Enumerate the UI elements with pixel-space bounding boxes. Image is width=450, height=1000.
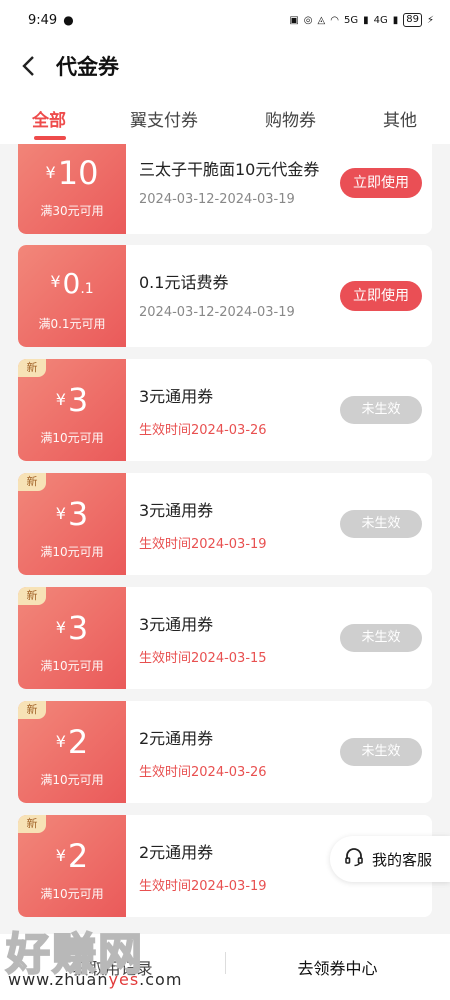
status-bar: 9:49 ● ▣ ◎ ◬ ◠ 5G ▮ 4G ▮ 89 ⚡ bbox=[0, 0, 450, 40]
coupon-effective-date: 生效时间2024-03-26 bbox=[139, 765, 267, 780]
coupon-name: 3元通用券 bbox=[139, 615, 214, 634]
new-badge: 新 bbox=[18, 587, 46, 605]
coupon-name: 2元通用券 bbox=[139, 843, 214, 862]
active-tab-indicator bbox=[34, 136, 66, 140]
mute-icon: ◬ bbox=[317, 14, 326, 26]
coupon-condition: 满10元可用 bbox=[40, 545, 104, 559]
tab-bar: 全部 翼支付券 购物券 其他 bbox=[0, 92, 450, 144]
coupon-amount: ¥3 bbox=[55, 495, 89, 533]
nfc-icon: ▣ bbox=[289, 14, 299, 26]
coupon-condition: 满10元可用 bbox=[40, 773, 104, 787]
coupon-card: ¥0.1 满0.1元可用 0.1元话费券 2024-03-12-2024-03-… bbox=[18, 245, 432, 347]
coupon-date: 2024-03-12-2024-03-19 bbox=[139, 192, 295, 207]
coupon-amount: ¥0.1 bbox=[50, 267, 94, 300]
coupon-condition: 满10元可用 bbox=[40, 431, 104, 445]
tab-bestpay-coupons[interactable]: 翼支付券 bbox=[130, 106, 198, 131]
bottom-divider bbox=[225, 952, 226, 974]
battery-level: 89 bbox=[403, 13, 422, 27]
coupon-list[interactable]: ¥10 满30元可用 三太子干脆面10元代金券 2024-03-12-2024-… bbox=[0, 144, 450, 934]
coupon-name: 2元通用券 bbox=[139, 729, 214, 748]
wifi-icon: ◠ bbox=[330, 14, 339, 26]
not-effective-button: 未生效 bbox=[340, 396, 422, 424]
coupon-card: 新 ¥2 满10元可用 2元通用券 生效时间2024-03-26 未生效 bbox=[18, 701, 432, 803]
new-badge: 新 bbox=[18, 473, 46, 491]
coupon-name: 3元通用券 bbox=[139, 387, 214, 406]
coupon-condition: 满0.1元可用 bbox=[38, 317, 106, 331]
tab-other[interactable]: 其他 bbox=[383, 106, 417, 131]
coupon-stub: 新 ¥3 满10元可用 bbox=[18, 473, 130, 575]
coupon-date: 2024-03-12-2024-03-19 bbox=[139, 305, 295, 320]
coupon-stub: 新 ¥3 满10元可用 bbox=[18, 359, 130, 461]
coupon-stub: ¥10 满30元可用 bbox=[18, 144, 130, 234]
not-effective-button: 未生效 bbox=[340, 624, 422, 652]
signal-bars-icon: ▮ bbox=[363, 14, 369, 26]
new-badge: 新 bbox=[18, 815, 46, 833]
charging-icon: ⚡ bbox=[426, 14, 434, 26]
coupon-condition: 满30元可用 bbox=[40, 204, 104, 218]
coupon-amount: ¥3 bbox=[55, 609, 89, 647]
site-watermark: 好赚网 www.zhuanyes.com bbox=[5, 918, 206, 994]
tab-shopping-coupons[interactable]: 购物券 bbox=[265, 106, 316, 131]
coupon-card: 新 ¥3 满10元可用 3元通用券 生效时间2024-03-19 未生效 bbox=[18, 473, 432, 575]
watermark-url: www.zhuanyes.com bbox=[8, 970, 183, 989]
coupon-effective-date: 生效时间2024-03-19 bbox=[139, 537, 267, 552]
customer-service-label: 我的客服 bbox=[372, 850, 433, 869]
header-bar: 代金券 bbox=[0, 40, 450, 92]
coupon-amount: ¥3 bbox=[55, 381, 89, 419]
wechat-icon: ● bbox=[63, 13, 74, 27]
page-title: 代金券 bbox=[56, 55, 119, 79]
not-effective-button: 未生效 bbox=[340, 738, 422, 766]
new-badge: 新 bbox=[18, 359, 46, 377]
use-now-button[interactable]: 立即使用 bbox=[340, 168, 422, 198]
coupon-name: 3元通用券 bbox=[139, 501, 214, 520]
coupon-card: 新 ¥3 满10元可用 3元通用券 生效时间2024-03-26 未生效 bbox=[18, 359, 432, 461]
back-arrow-icon[interactable] bbox=[0, 40, 56, 92]
customer-service-button[interactable]: 我的客服 bbox=[330, 836, 450, 882]
coupon-condition: 满10元可用 bbox=[40, 659, 104, 673]
headset-icon bbox=[344, 847, 364, 871]
coupon-stub: 新 ¥2 满10元可用 bbox=[18, 815, 130, 917]
signal-5g-label: 5G bbox=[343, 14, 359, 26]
signal-bars-icon: ▮ bbox=[392, 14, 399, 26]
coupon-stub: 新 ¥3 满10元可用 bbox=[18, 587, 130, 689]
alarm-icon: ◎ bbox=[303, 14, 313, 26]
tab-all[interactable]: 全部 bbox=[32, 106, 66, 131]
coupon-amount: ¥2 bbox=[55, 723, 89, 761]
coupon-stub: 新 ¥2 满10元可用 bbox=[18, 701, 130, 803]
coupon-card: 新 ¥3 满10元可用 3元通用券 生效时间2024-03-15 未生效 bbox=[18, 587, 432, 689]
coupon-center-link[interactable]: 去领券中心 bbox=[225, 955, 450, 979]
status-time: 9:49 bbox=[28, 12, 58, 28]
coupon-condition: 满10元可用 bbox=[40, 887, 104, 901]
coupon-name: 0.1元话费券 bbox=[139, 273, 229, 292]
new-badge: 新 bbox=[18, 701, 46, 719]
coupon-amount: ¥2 bbox=[55, 837, 89, 875]
signal-4g-label: 4G bbox=[373, 14, 388, 26]
use-now-button[interactable]: 立即使用 bbox=[340, 281, 422, 311]
coupon-card: ¥10 满30元可用 三太子干脆面10元代金券 2024-03-12-2024-… bbox=[18, 144, 432, 234]
coupon-effective-date: 生效时间2024-03-19 bbox=[139, 879, 267, 894]
coupon-name: 三太子干脆面10元代金券 bbox=[139, 160, 320, 179]
coupon-stub: ¥0.1 满0.1元可用 bbox=[18, 245, 130, 347]
coupon-effective-date: 生效时间2024-03-26 bbox=[139, 423, 267, 438]
not-effective-button: 未生效 bbox=[340, 510, 422, 538]
coupon-amount: ¥10 bbox=[45, 154, 99, 192]
coupon-effective-date: 生效时间2024-03-15 bbox=[139, 651, 267, 666]
